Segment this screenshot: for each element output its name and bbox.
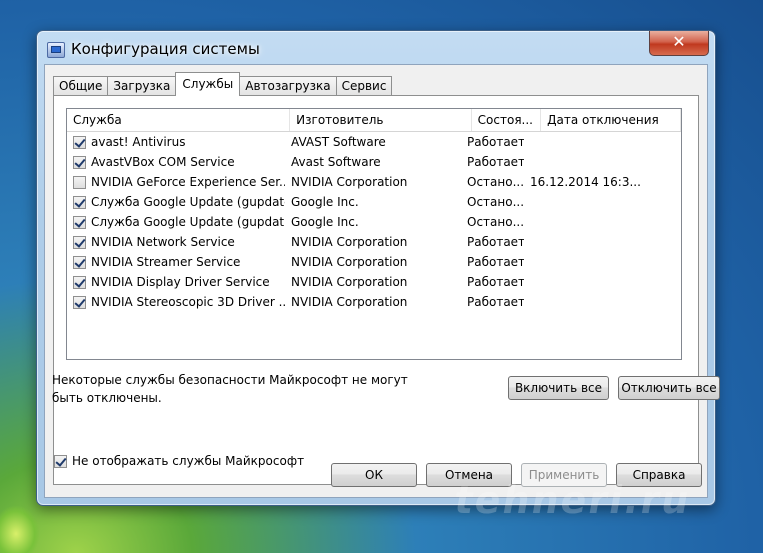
column-header-state[interactable]: Состоя... (472, 109, 542, 131)
service-vendor: NVIDIA Corporation (291, 255, 408, 269)
table-row[interactable]: NVIDIA Display Driver Service NVIDIA Corp… (67, 272, 681, 292)
disable-all-button[interactable]: Отключить все (618, 376, 720, 400)
service-state: Работает (467, 235, 524, 249)
tab-services[interactable]: Службы (175, 72, 241, 96)
msconfig-app-icon (47, 42, 65, 58)
column-header-service[interactable]: Служба (67, 109, 291, 131)
service-cell: NVIDIA Display Driver Service (67, 275, 285, 289)
service-vendor: Google Inc. (291, 215, 359, 229)
service-checkbox[interactable] (73, 295, 86, 309)
desktop-wallpaper-leaf (0, 505, 40, 553)
services-list[interactable]: Служба Изготовитель Состоя... Дата отклю… (66, 108, 682, 360)
service-vendor: NVIDIA Corporation (291, 295, 408, 309)
table-row[interactable]: Служба Google Update (gupdat... Google In… (67, 212, 681, 232)
service-cell: NVIDIA Stereoscopic 3D Driver ... (67, 295, 285, 309)
service-name: Служба Google Update (gupdat... (91, 215, 285, 229)
enable-all-button[interactable]: Включить все (508, 376, 609, 400)
table-row[interactable]: NVIDIA GeForce Experience Ser... NVIDIA C… (67, 172, 681, 192)
service-state: Остано... (467, 195, 524, 209)
tab-boot[interactable]: Загрузка (107, 76, 177, 96)
service-name: NVIDIA Display Driver Service (91, 275, 270, 289)
table-row[interactable]: avast! Antivirus AVAST Software Работает (67, 132, 681, 152)
service-state: Работает (467, 255, 524, 269)
service-vendor: Google Inc. (291, 195, 359, 209)
service-cell: Служба Google Update (gupdate) (67, 195, 285, 209)
tab-strip: Общие Загрузка Службы Автозагрузка Серви… (53, 72, 393, 96)
table-row[interactable]: NVIDIA Streamer Service NVIDIA Corporatio… (67, 252, 681, 272)
table-row[interactable]: Служба Google Update (gupdate) Google Inc… (67, 192, 681, 212)
column-header-disable-date[interactable]: Дата отключения (541, 109, 681, 131)
services-list-body: avast! Antivirus AVAST Software Работает Av… (67, 132, 681, 312)
service-disable-date: 16.12.2014 16:3... (530, 175, 641, 189)
service-name: NVIDIA Stereoscopic 3D Driver ... (91, 295, 285, 309)
service-state: Работает (467, 155, 524, 169)
column-header-vendor[interactable]: Изготовитель (290, 109, 472, 131)
service-checkbox[interactable] (73, 195, 86, 209)
service-vendor: NVIDIA Corporation (291, 175, 408, 189)
service-checkbox[interactable] (73, 175, 86, 189)
service-checkbox[interactable] (73, 235, 86, 249)
title-bar[interactable]: Конфигурация системы ✕ (37, 31, 715, 65)
services-tab-panel: Служба Изготовитель Состоя... Дата отклю… (52, 95, 720, 485)
tab-tools[interactable]: Сервис (335, 76, 393, 96)
dialog-client-area: Общие Загрузка Службы Автозагрузка Серви… (44, 64, 720, 498)
service-name: Служба Google Update (gupdate) (91, 195, 285, 209)
table-row[interactable]: NVIDIA Network Service NVIDIA Corporation… (67, 232, 681, 252)
service-vendor: AVAST Software (291, 135, 386, 149)
service-vendor: NVIDIA Corporation (291, 275, 408, 289)
security-services-note: Некоторые службы безопасности Майкрософт… (52, 373, 408, 405)
service-vendor: NVIDIA Corporation (291, 235, 408, 249)
table-row[interactable]: AvastVBox COM Service Avast Software Работ… (67, 152, 681, 172)
service-name: NVIDIA Network Service (91, 235, 235, 249)
service-vendor: Avast Software (291, 155, 381, 169)
service-name: NVIDIA GeForce Experience Ser... (91, 175, 285, 189)
table-row[interactable]: NVIDIA Stereoscopic 3D Driver ... NVIDIA … (67, 292, 681, 312)
service-cell: Служба Google Update (gupdat... (67, 215, 285, 229)
service-cell: NVIDIA Network Service (67, 235, 285, 249)
service-cell: NVIDIA Streamer Service (67, 255, 285, 269)
service-state: Работает (467, 135, 524, 149)
close-button[interactable]: ✕ (649, 31, 709, 56)
service-checkbox[interactable] (73, 155, 86, 169)
service-checkbox[interactable] (73, 215, 86, 229)
tab-startup[interactable]: Автозагрузка (239, 76, 337, 96)
hide-microsoft-services-option[interactable]: Не отображать службы Майкрософт (54, 454, 304, 468)
window-title: Конфигурация системы (71, 40, 260, 58)
service-state: Остано... (467, 175, 524, 189)
service-state: Работает (467, 275, 524, 289)
system-configuration-window: Конфигурация системы ✕ Общие Загрузка Сл… (36, 30, 720, 506)
service-cell: AvastVBox COM Service (67, 155, 285, 169)
tab-general[interactable]: Общие (53, 76, 109, 96)
service-cell: avast! Antivirus (67, 135, 285, 149)
service-name: NVIDIA Streamer Service (91, 255, 241, 269)
service-state: Работает (467, 295, 524, 309)
service-name: avast! Antivirus (91, 135, 186, 149)
hide-microsoft-services-checkbox[interactable] (54, 454, 67, 468)
site-watermark: tehneri.ru (451, 478, 695, 522)
ok-button[interactable]: ОК (331, 463, 417, 487)
service-checkbox[interactable] (73, 255, 86, 269)
service-cell: NVIDIA GeForce Experience Ser... (67, 175, 285, 189)
service-state: Остано... (467, 215, 524, 229)
service-name: AvastVBox COM Service (91, 155, 235, 169)
services-list-header: Служба Изготовитель Состоя... Дата отклю… (67, 109, 681, 132)
service-checkbox[interactable] (73, 275, 86, 289)
hide-microsoft-services-label: Не отображать службы Майкрософт (72, 454, 305, 468)
service-checkbox[interactable] (73, 135, 86, 149)
